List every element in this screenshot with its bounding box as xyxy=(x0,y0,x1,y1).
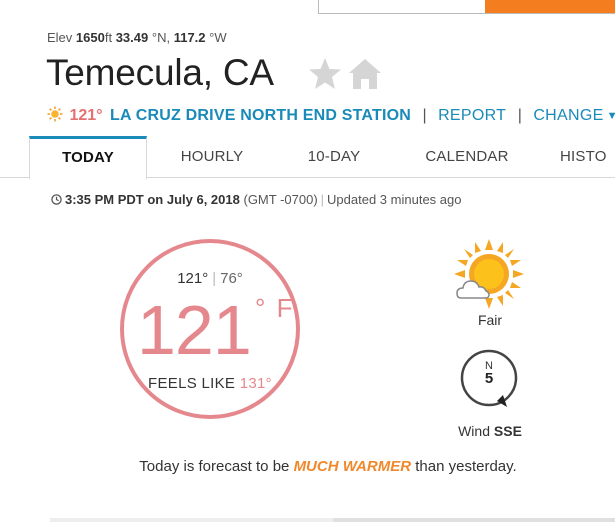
home-icon[interactable] xyxy=(347,57,383,91)
current-temp: 121 xyxy=(137,291,252,369)
station-bar: 121° LA CRUZ DRIVE NORTH END STATION | R… xyxy=(47,106,615,125)
forecast-tabs: TODAY HOURLY 10-DAY CALENDAR HISTO xyxy=(0,136,615,179)
wind-direction: SSE xyxy=(493,423,522,439)
tab-hourly[interactable]: HOURLY xyxy=(160,136,264,178)
feels-like: FEELS LIKE 131° xyxy=(148,375,272,392)
separator: | xyxy=(422,107,427,124)
elevation-coords: Elev 1650ft 33.49 °N, 117.2 °W xyxy=(47,30,227,45)
clock-icon xyxy=(51,194,62,205)
separator: | xyxy=(517,107,522,124)
sun-icon xyxy=(47,106,63,122)
forecast-highlight: MUCH WARMER xyxy=(293,458,412,475)
top-ad-box xyxy=(318,0,615,14)
condition-label: Fair xyxy=(477,312,503,328)
high-temp: 121° xyxy=(177,270,209,287)
high-low: 121° | 76° xyxy=(177,270,243,287)
station-name-link[interactable]: LA CRUZ DRIVE NORTH END STATION xyxy=(110,107,411,124)
tab-today[interactable]: TODAY xyxy=(29,136,147,179)
wind-speed: 5 xyxy=(485,370,493,387)
tab-history[interactable]: HISTO xyxy=(560,136,615,178)
tab-10-day[interactable]: 10-DAY xyxy=(285,136,383,178)
star-icon[interactable] xyxy=(307,56,343,92)
station-temp: 121° xyxy=(69,107,103,124)
wind-label: Wind SSE xyxy=(458,423,522,439)
low-temp: 76° xyxy=(220,270,243,287)
bottom-divider xyxy=(50,518,615,522)
bottom-divider-right xyxy=(333,518,615,522)
report-link[interactable]: REPORT xyxy=(438,107,506,124)
chevron-down-icon[interactable]: ▼ xyxy=(607,110,615,122)
wind-compass-icon: N 5 xyxy=(460,349,518,407)
feels-like-value: 131° xyxy=(239,375,272,392)
forecast-summary: Today is forecast to be MUCH WARMER than… xyxy=(139,458,517,475)
observation-time: 3:35 PM PDT on July 6, 2018 (GMT -0700) |… xyxy=(51,192,461,207)
top-orange-button[interactable] xyxy=(485,0,615,13)
tab-calendar[interactable]: CALENDAR xyxy=(412,136,522,178)
city-title: Temecula, CA xyxy=(46,52,274,93)
change-station-link[interactable]: CHANGE xyxy=(533,107,603,124)
partly-sunny-icon xyxy=(454,239,524,309)
temp-unit[interactable]: ° F xyxy=(255,293,295,324)
